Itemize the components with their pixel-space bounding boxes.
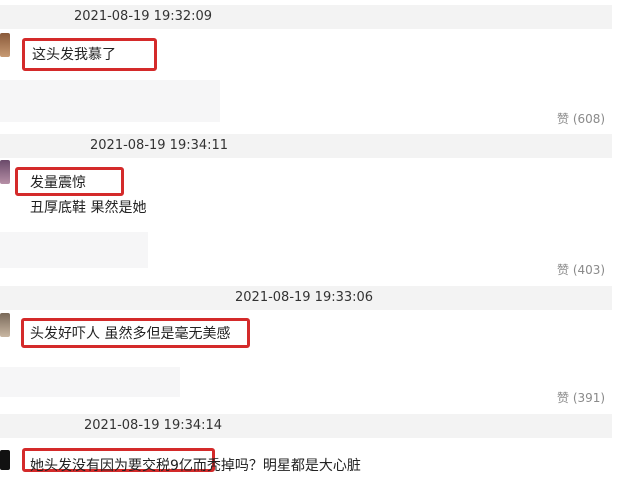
comment-timestamp: 2021-08-19 19:34:14 <box>84 418 223 433</box>
like-button[interactable]: 赞 (608) <box>557 110 605 127</box>
like-button[interactable]: 赞 (403) <box>557 261 605 278</box>
avatar[interactable] <box>0 450 10 470</box>
blurred-area <box>0 367 180 397</box>
comment-text: 头发好吓人 虽然多但是毫无美感 <box>30 326 231 342</box>
like-count: (608) <box>572 112 606 126</box>
comment-extra-text: 丑厚底鞋 果然是她 <box>30 200 147 216</box>
comment-text: 发量震惊 <box>30 175 86 191</box>
like-count: (391) <box>572 391 606 405</box>
comment-text-rest: 没有因为要交税9亿而秃掉吗？明星都是大心脏 <box>72 458 361 474</box>
like-label: 赞 <box>557 391 570 405</box>
comment-text: 她头发没有因为要交税9亿而秃掉吗？明星都是大心脏 <box>30 457 361 475</box>
comment-text: 这头发我慕了 <box>32 47 116 63</box>
avatar[interactable] <box>0 33 10 57</box>
avatar[interactable] <box>0 160 10 184</box>
like-button[interactable]: 赞 (391) <box>557 389 605 406</box>
like-label: 赞 <box>557 112 570 126</box>
comment-timestamp: 2021-08-19 19:32:09 <box>74 9 213 24</box>
avatar[interactable] <box>0 313 10 337</box>
blurred-area <box>0 80 220 122</box>
comment-text-highlighted: 她头发 <box>30 458 72 474</box>
comment-timestamp: 2021-08-19 19:33:06 <box>235 290 374 305</box>
like-count: (403) <box>572 263 606 277</box>
blurred-area <box>0 232 148 268</box>
comment-timestamp: 2021-08-19 19:34:11 <box>90 138 229 153</box>
like-label: 赞 <box>557 263 570 277</box>
